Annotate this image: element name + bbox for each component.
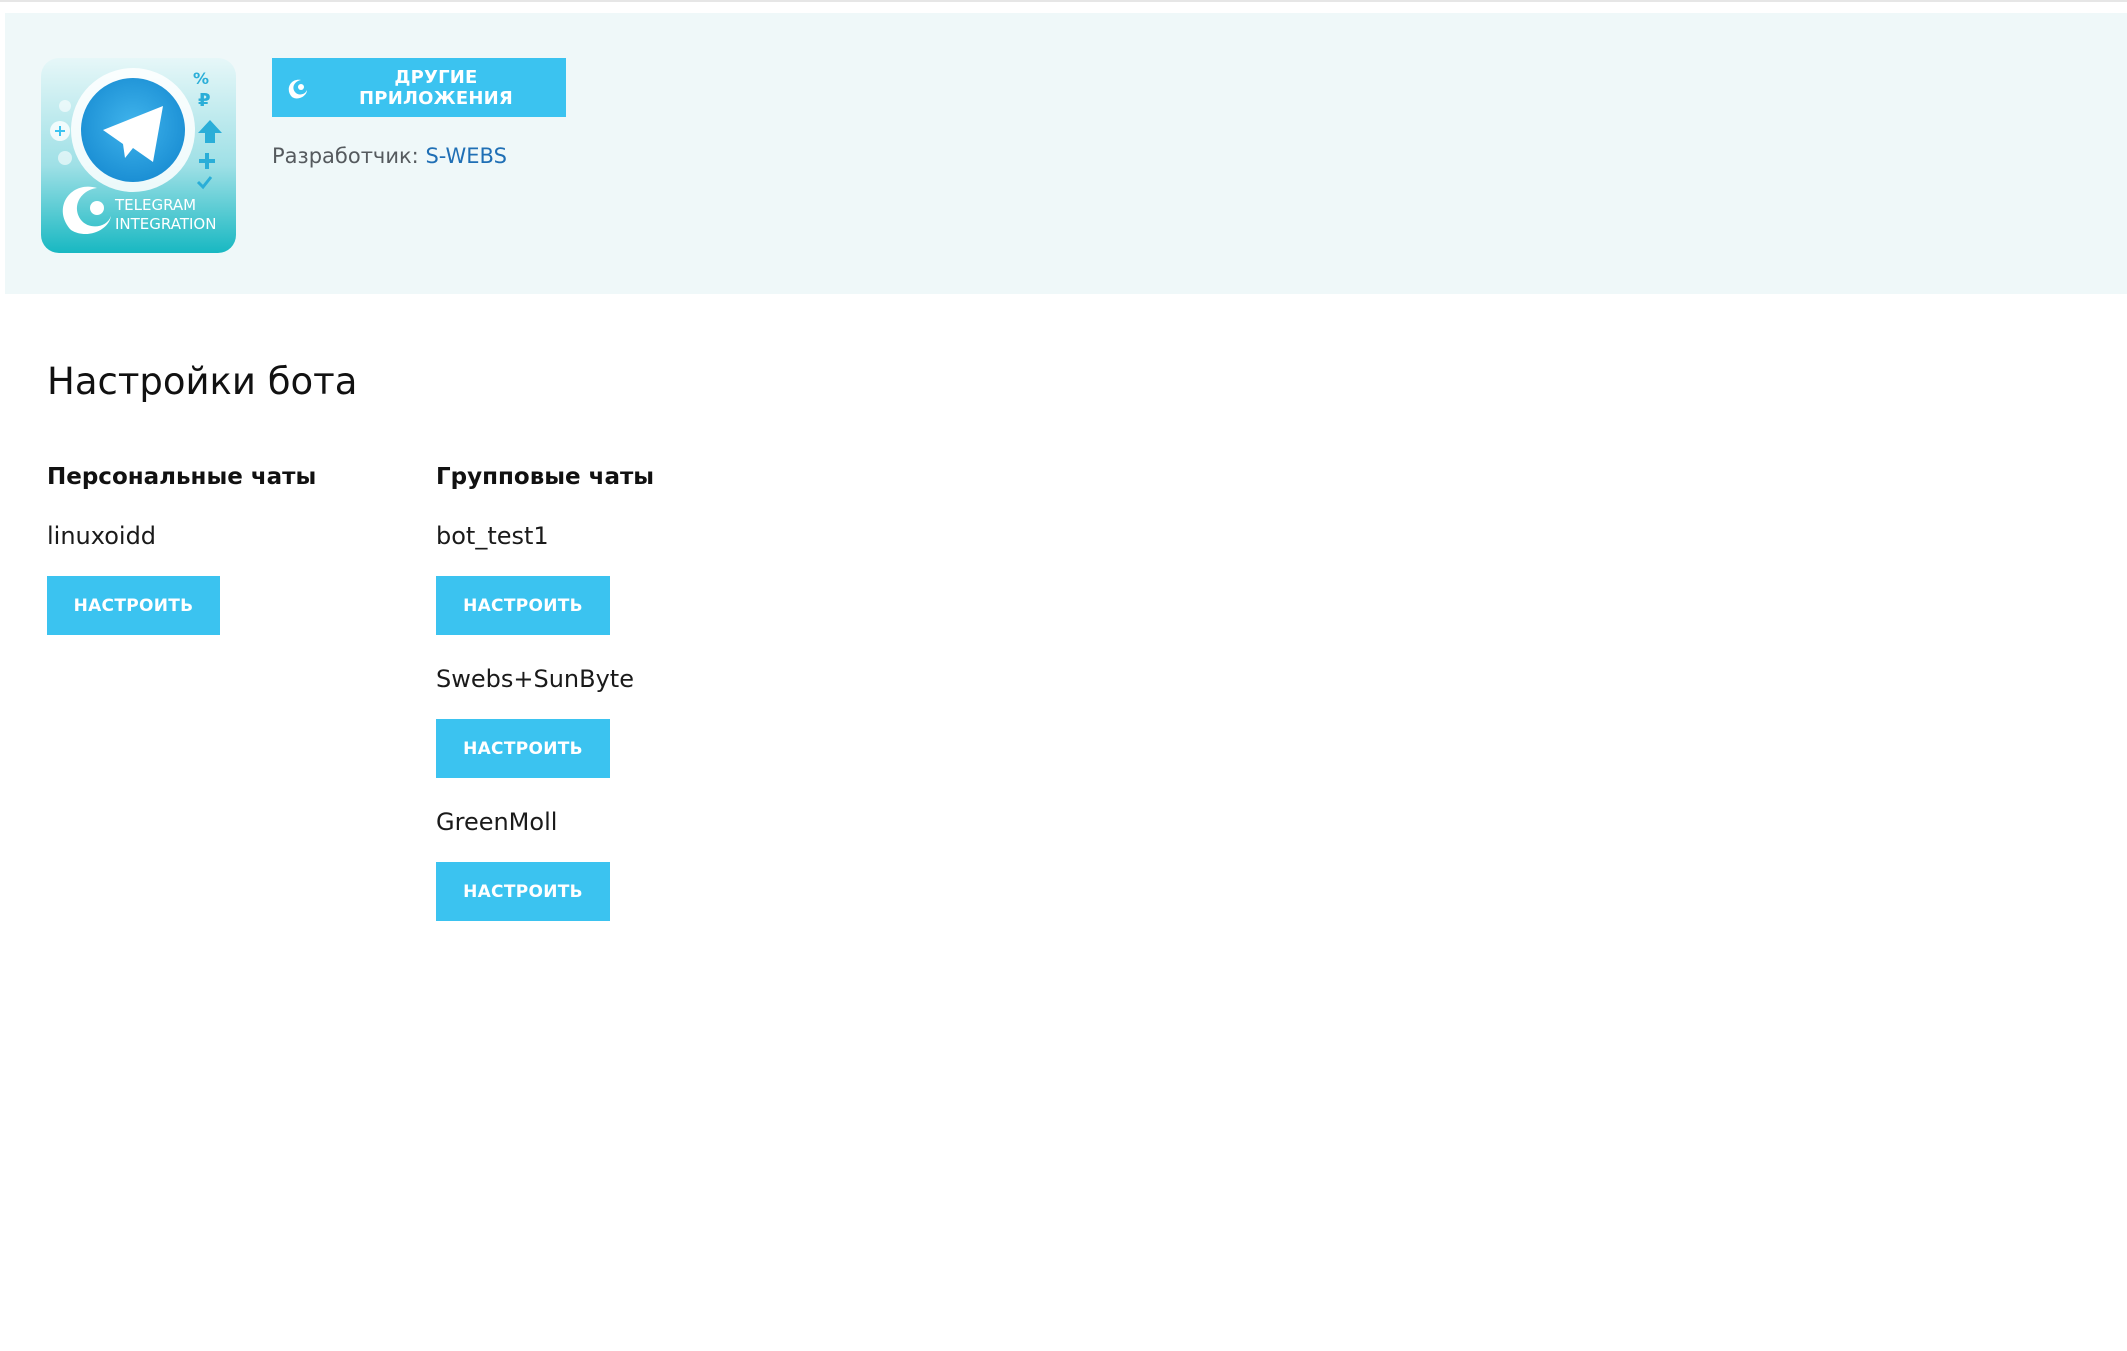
group-chats-column: Групповые чаты bot_test1 НАСТРОИТЬ Swebs… — [436, 464, 654, 921]
developer-line: Разработчик: S-WEBS — [272, 144, 507, 168]
other-apps-label: ДРУГИЕ ПРИЛОЖЕНИЯ — [359, 66, 513, 109]
svg-text:₽: ₽ — [198, 90, 211, 111]
svg-text:TELEGRAM: TELEGRAM — [114, 196, 196, 214]
developer-link[interactable]: S-WEBS — [425, 144, 506, 168]
chat-item: linuxoidd НАСТРОИТЬ — [47, 518, 316, 635]
personal-chats-heading: Персональные чаты — [47, 464, 317, 490]
top-divider — [0, 0, 2127, 2]
chat-name: GreenMoll — [436, 808, 558, 836]
other-apps-button[interactable]: ДРУГИЕ ПРИЛОЖЕНИЯ — [272, 58, 566, 117]
swebs-swirl-icon — [286, 75, 312, 101]
chat-name: linuxoidd — [47, 522, 157, 550]
developer-label: Разработчик: — [272, 144, 419, 168]
page-title: Настройки бота — [47, 360, 358, 403]
configure-button[interactable]: НАСТРОИТЬ — [436, 576, 610, 635]
group-chats-heading: Групповые чаты — [436, 464, 655, 490]
chat-name: Swebs+SunByte — [436, 665, 634, 693]
chat-item: Swebs+SunByte НАСТРОИТЬ — [436, 661, 654, 778]
svg-text:%: % — [193, 69, 209, 88]
svg-text:INTEGRATION: INTEGRATION — [115, 215, 216, 233]
chat-item: GreenMoll НАСТРОИТЬ — [436, 804, 654, 921]
configure-button[interactable]: НАСТРОИТЬ — [436, 862, 610, 921]
configure-button[interactable]: НАСТРОИТЬ — [47, 576, 220, 635]
chat-name: bot_test1 — [436, 522, 549, 550]
personal-chats-column: Персональные чаты linuxoidd НАСТРОИТЬ — [47, 464, 316, 635]
telegram-integration-logo-icon: % ₽ TELEGRAM INTEGRATION — [41, 58, 236, 253]
chat-item: bot_test1 НАСТРОИТЬ — [436, 518, 654, 635]
configure-button[interactable]: НАСТРОИТЬ — [436, 719, 610, 778]
